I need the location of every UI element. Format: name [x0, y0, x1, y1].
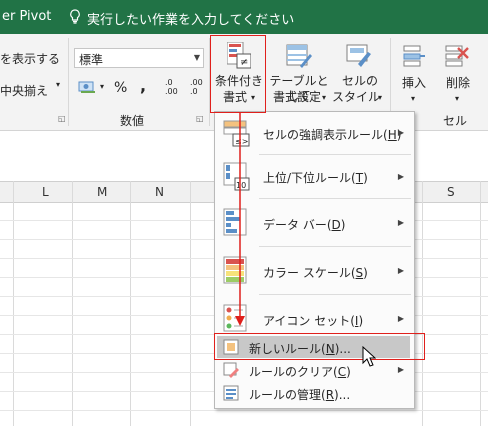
cell-styles-button[interactable]: セルの スタイル ▾ — [332, 36, 388, 112]
grid-line — [422, 181, 423, 426]
submenu-arrow-icon: ▶ — [397, 172, 404, 181]
annotation-box — [214, 333, 425, 360]
chevron-down-icon: ▾ — [411, 94, 416, 103]
grid-line — [72, 181, 73, 426]
grid-line — [130, 181, 131, 426]
grid-line — [190, 181, 191, 426]
number-group-label: 数値 — [120, 114, 145, 128]
insert-cells-button[interactable]: 挿入 ▾ — [394, 36, 434, 112]
manage-rules-icon — [223, 385, 239, 401]
chevron-down-icon: ▾ — [455, 94, 460, 103]
submenu-arrow-icon: ▶ — [397, 365, 404, 374]
menu-item-label: セルの強調表示ルール(H) — [263, 128, 402, 142]
tell-me-box[interactable]: 実行したい作業を入力してください — [87, 9, 294, 28]
wrap-text-button[interactable]: を表示する — [0, 50, 60, 67]
app-title: er Pivot — [2, 9, 52, 24]
insert-icon — [403, 45, 425, 67]
group-divider — [68, 38, 69, 126]
menu-item-label: データ バー(D) — [263, 218, 346, 232]
delete-icon — [445, 45, 469, 67]
column-header-m[interactable]: M — [97, 185, 107, 199]
format-as-table-button[interactable]: テーブルとして 書式設定 ▾ — [266, 36, 332, 112]
cells-group-label: セル — [443, 114, 468, 128]
grid-line — [480, 181, 481, 426]
submenu-arrow-icon: ▶ — [397, 314, 404, 323]
grid-line — [0, 410, 488, 411]
chevron-down-icon[interactable]: ▾ — [100, 82, 104, 91]
number-format-select[interactable]: 標準 ▼ — [74, 48, 204, 68]
mouse-cursor-icon — [362, 346, 376, 367]
cell-style-line1: セルの — [341, 74, 378, 88]
title-bar: er Pivot 実行したい作業を入力してください — [0, 0, 488, 34]
menu-item-manage-rules[interactable]: ルールの管理(R)... — [215, 382, 412, 404]
number-format-value: 標準 — [79, 53, 104, 67]
menu-item-label: ルールの管理(R)... — [249, 388, 351, 402]
format-as-table-icon — [286, 44, 312, 68]
cell-styles-icon — [346, 44, 371, 67]
menu-item-label: ルールのクリア(C) — [249, 365, 351, 379]
menu-separator — [259, 198, 411, 199]
submenu-arrow-icon: ▶ — [397, 128, 404, 137]
dialog-launcher-icon[interactable]: ◱ — [58, 114, 66, 123]
dialog-launcher-icon[interactable]: ◱ — [196, 114, 204, 123]
comma-button[interactable]: , — [140, 76, 146, 95]
percent-button[interactable]: % — [114, 80, 127, 96]
menu-separator — [259, 154, 411, 155]
submenu-arrow-icon: ▶ — [397, 266, 404, 275]
chevron-down-icon: ▼ — [193, 53, 200, 62]
table-format-line2: 書式設定 — [272, 90, 321, 104]
menu-item-clear-rules[interactable]: ルールのクリア(C) ▶ — [215, 359, 412, 381]
cell-style-line2: スタイル — [331, 90, 380, 104]
merge-center-button[interactable]: 中央揃え — [0, 82, 48, 99]
currency-icon[interactable] — [78, 79, 100, 98]
delete-label: 削除 — [445, 76, 470, 90]
annotation-box — [210, 35, 266, 113]
delete-cells-button[interactable]: 削除 ▾ — [436, 36, 480, 112]
column-header-l[interactable]: L — [42, 185, 49, 199]
column-header-s[interactable]: S — [447, 185, 455, 199]
column-header-n[interactable]: N — [155, 185, 164, 199]
menu-item-label: カラー スケール(S) — [263, 266, 368, 280]
grid-line — [13, 181, 14, 426]
menu-item-label: アイコン セット(I) — [263, 314, 364, 328]
chevron-down-icon[interactable]: ▾ — [56, 80, 60, 89]
menu-separator — [259, 294, 411, 295]
increase-decimal-button[interactable]: .0 .00 — [165, 78, 185, 96]
menu-item-label: 上位/下位ルール(T) — [263, 171, 368, 185]
lightbulb-icon — [69, 9, 81, 28]
annotation-arrow — [235, 112, 245, 326]
menu-separator — [259, 246, 411, 247]
chevron-down-icon: ▾ — [378, 93, 383, 102]
submenu-arrow-icon: ▶ — [397, 218, 404, 227]
eraser-icon — [223, 362, 239, 378]
